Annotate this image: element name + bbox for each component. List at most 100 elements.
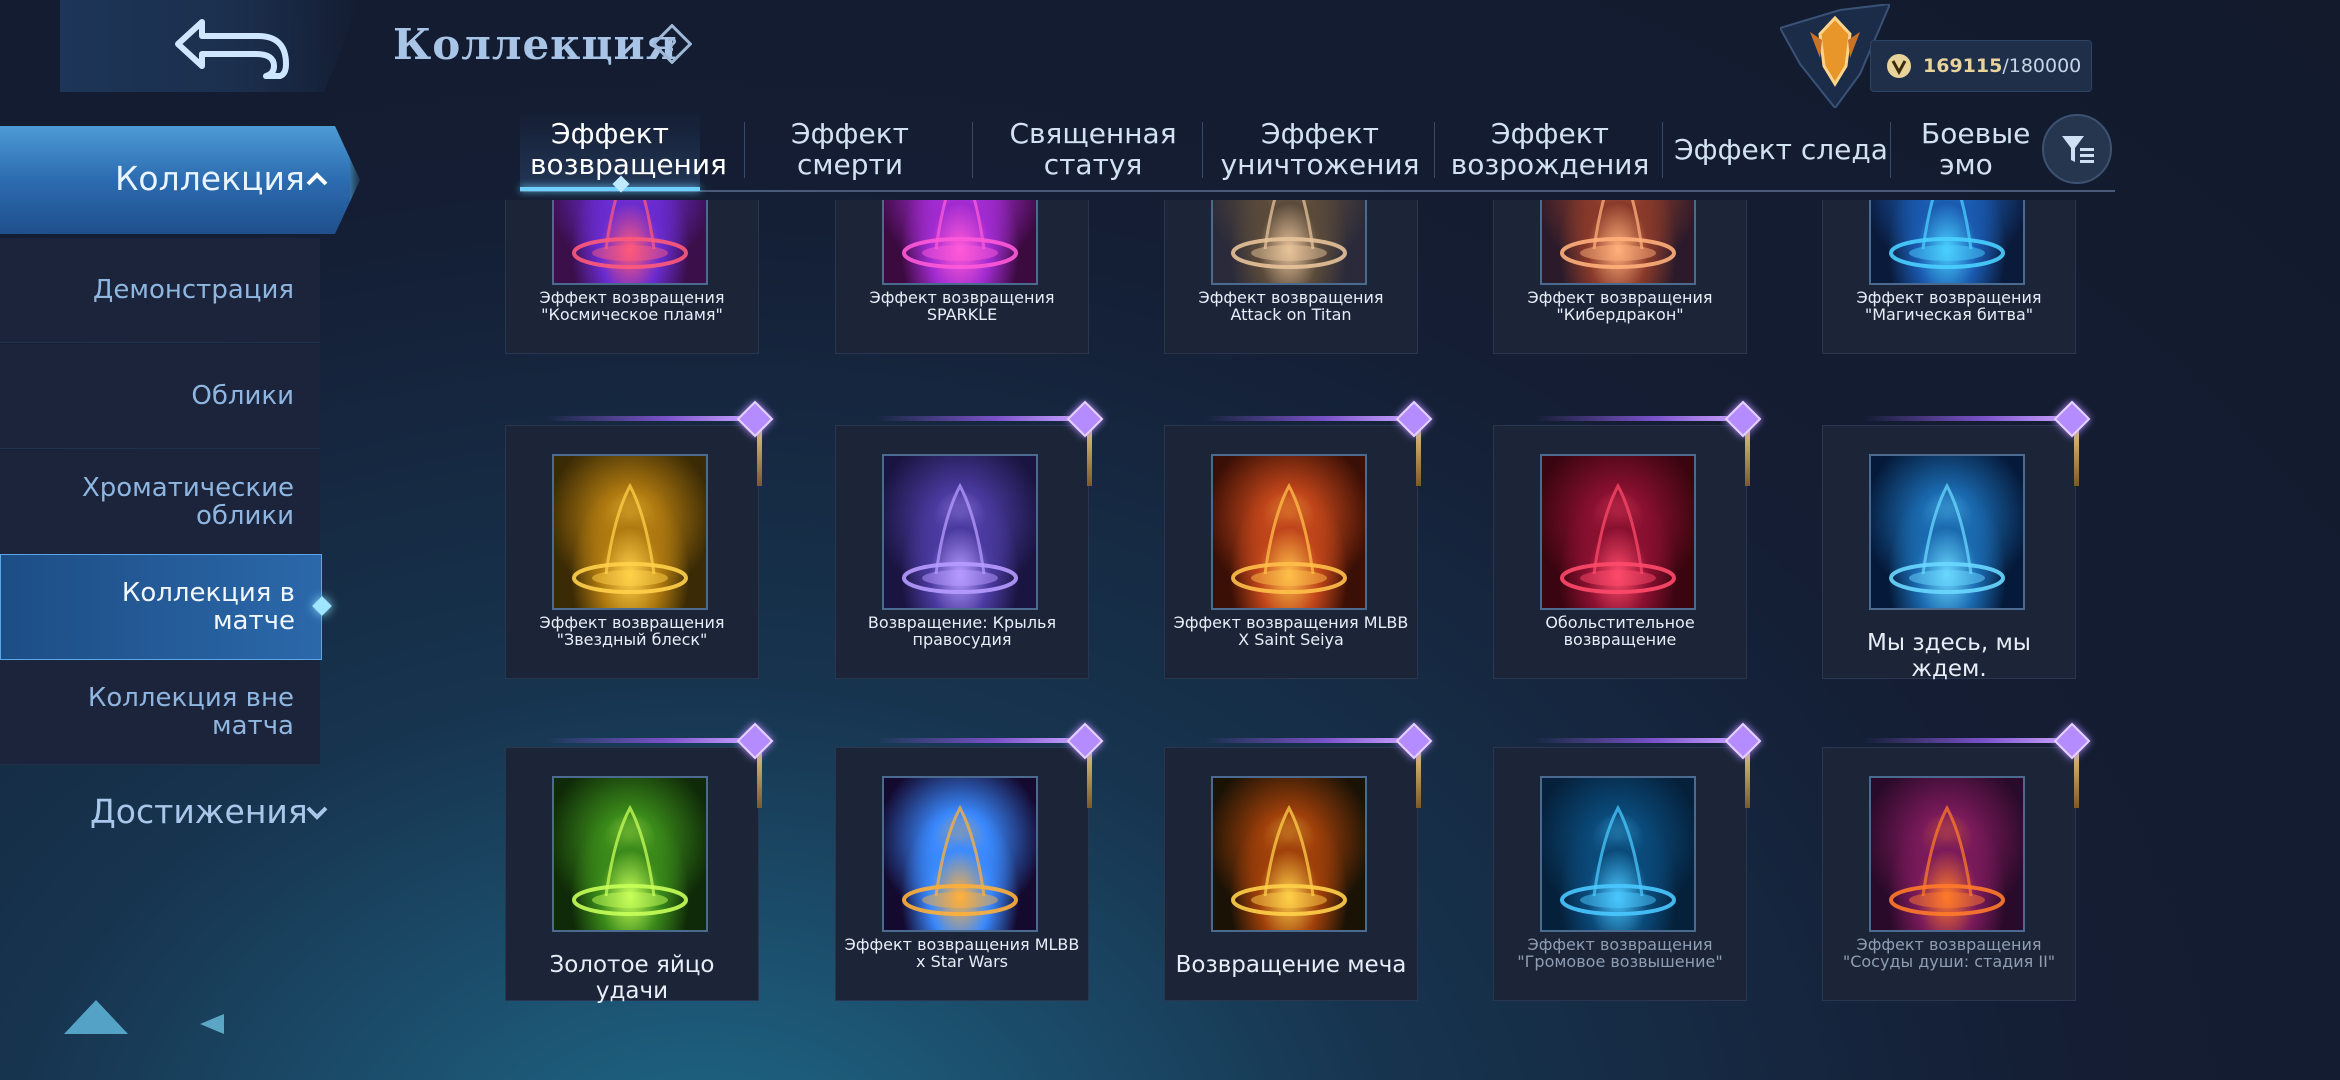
sidebar-item-out-of-match-collection[interactable]: Коллекция вне матча [0, 660, 320, 765]
effect-card[interactable]: Мы здесь, мы ждем. [1822, 400, 2091, 682]
tab-elimination-effect[interactable]: Эффект уничтожения [1210, 110, 1430, 188]
effect-preview-image [1211, 200, 1367, 285]
effect-name: Эффект возвращения Attack on Titan [1198, 288, 1384, 324]
effect-name: Эффект возвращения "Громовое возвышение" [1517, 935, 1723, 971]
decorative-triangle [64, 1000, 128, 1034]
ribbon-tail [1416, 426, 1421, 486]
effect-card[interactable]: Эффект возвращения "Сосуды души: стадия … [1822, 722, 2091, 1001]
rarity-ribbon [1863, 400, 2091, 486]
purple-gem-icon [1724, 400, 1762, 438]
tab-return-effect[interactable]: Эффект возвращения [520, 110, 727, 191]
decorative-triangle-small [200, 1014, 224, 1034]
sidebar-item-chromatic-skins[interactable]: Хроматические облики [0, 450, 320, 555]
help-icon[interactable]: ? [652, 24, 692, 64]
tab-respawn-effect[interactable]: Эффект возрождения [1440, 110, 1660, 188]
purple-gem-icon [2053, 400, 2091, 438]
rarity-ribbon [1205, 722, 1433, 808]
effect-card[interactable]: Обольстительное возвращение [1493, 400, 1762, 679]
coin-icon [1887, 54, 1911, 78]
effect-preview-image [1869, 200, 2025, 285]
tab-divider [1662, 122, 1663, 178]
ribbon-line [876, 738, 1076, 743]
effect-card[interactable]: Эффект возвращения "Магическая битва" [1822, 200, 2076, 354]
ribbon-tail [2074, 748, 2079, 808]
sidebar-item-in-match-collection[interactable]: Коллекция в матче [0, 554, 332, 660]
purple-gem-icon [2053, 722, 2091, 760]
effect-preview-image [1211, 776, 1367, 932]
effect-glow-icon [902, 200, 1018, 269]
effect-name: Эффект возвращения "Космическое пламя" [539, 288, 725, 324]
rarity-ribbon [1205, 400, 1433, 486]
tab-label: Боевые эмо [1921, 117, 2031, 181]
svg-text:?: ? [667, 35, 677, 56]
ribbon-tail [1745, 426, 1750, 486]
purple-gem-icon [736, 400, 774, 438]
effect-name: Мы здесь, мы ждем. [1867, 630, 2031, 682]
sidebar-item-label: Демонстрация [93, 275, 294, 305]
ribbon-tail [1087, 426, 1092, 486]
effect-preview-image [1869, 454, 2025, 610]
tab-label: Эффект следа [1674, 132, 1888, 166]
sidebar-item-skins[interactable]: Облики [0, 344, 320, 449]
effect-name: Эффект возвращения "Кибердракон" [1527, 288, 1713, 324]
effect-glow-icon [572, 482, 688, 594]
ribbon-tail [1087, 748, 1092, 808]
effect-card[interactable]: Эффект возвращения Attack on Titan [1164, 200, 1418, 354]
sidebar-collection-header[interactable]: Коллекция [0, 126, 360, 234]
effect-name: Эффект возвращения SPARKLE [869, 288, 1055, 324]
chevron-up-icon [306, 172, 328, 186]
purple-gem-icon [1724, 722, 1762, 760]
effect-glow-icon [572, 200, 688, 269]
effect-name: Эффект возвращения MLBB x Star Wars [844, 935, 1080, 971]
tab-divider [1434, 122, 1435, 178]
effect-card[interactable]: Возвращение: Крылья правосудия [835, 400, 1104, 679]
ribbon-line [546, 738, 746, 743]
tab-death-effect[interactable]: Эффект смерти [750, 110, 950, 188]
top-bar: Коллекция ? 169115 /180000 [0, 0, 2340, 108]
ribbon-line [1205, 416, 1405, 421]
tab-battle-emotes[interactable]: Боевые эмо [1896, 110, 2036, 188]
effect-glow-icon [1560, 804, 1676, 916]
tab-label: Эффект возрождения [1450, 117, 1650, 181]
sidebar-item-demonstration[interactable]: Демонстрация [0, 238, 320, 343]
ribbon-tail [757, 748, 762, 808]
sidebar-item-label: Облики [191, 381, 294, 411]
effect-card[interactable]: Золотое яйцо удачи [505, 722, 774, 1004]
ribbon-line [546, 416, 746, 421]
effect-name: Эффект возвращения "Сосуды души: стадия … [1842, 935, 2056, 971]
chevron-down-icon[interactable] [306, 806, 328, 820]
effect-card[interactable]: Эффект возвращения MLBB X Saint Seiya [1164, 400, 1433, 679]
effect-card[interactable]: Эффект возвращения "Космическое пламя" [505, 200, 759, 354]
ribbon-tail [1416, 748, 1421, 808]
effect-preview-image [1540, 454, 1696, 610]
effect-card[interactable]: Эффект возвращения MLBB x Star Wars [835, 722, 1104, 1001]
tab-divider [744, 122, 745, 178]
effect-preview-image [552, 454, 708, 610]
effect-glow-icon [1889, 482, 2005, 594]
tab-trail-effect[interactable]: Эффект следа [1668, 110, 1894, 188]
effect-card[interactable]: Эффект возвращения "Кибердракон" [1493, 200, 1747, 354]
back-button[interactable] [60, 0, 360, 92]
effect-preview-image [1869, 776, 2025, 932]
rarity-ribbon [546, 722, 774, 808]
effects-grid: Эффект возвращения "Космическое пламя" Эф… [505, 200, 2115, 1080]
sidebar: Коллекция Демонстрация Облики Хроматичес… [0, 120, 350, 1080]
effect-card[interactable]: Возвращение меча [1164, 722, 1433, 1001]
purple-gem-icon [736, 722, 774, 760]
effect-preview-image [1211, 454, 1367, 610]
sidebar-achievements-label[interactable]: Достижения [90, 792, 308, 831]
effect-card[interactable]: Эффект возвращения "Громовое возвышение" [1493, 722, 1762, 1001]
ribbon-tail [1745, 748, 1750, 808]
effect-card[interactable]: Эффект возвращения SPARKLE [835, 200, 1089, 354]
filter-button[interactable] [2042, 114, 2112, 184]
filter-icon [2062, 136, 2094, 163]
effect-glow-icon [1560, 482, 1676, 594]
rarity-ribbon [1534, 400, 1762, 486]
effect-preview-image [882, 454, 1038, 610]
effect-glow-icon [1231, 482, 1347, 594]
ribbon-line [1863, 738, 2063, 743]
effect-card[interactable]: Эффект возвращения "Звездный блеск" [505, 400, 774, 679]
tab-sacred-statue[interactable]: Священная статуя [978, 110, 1208, 188]
page-title: Коллекция [393, 20, 678, 69]
sidebar-item-label: Коллекция в матче [121, 578, 295, 636]
